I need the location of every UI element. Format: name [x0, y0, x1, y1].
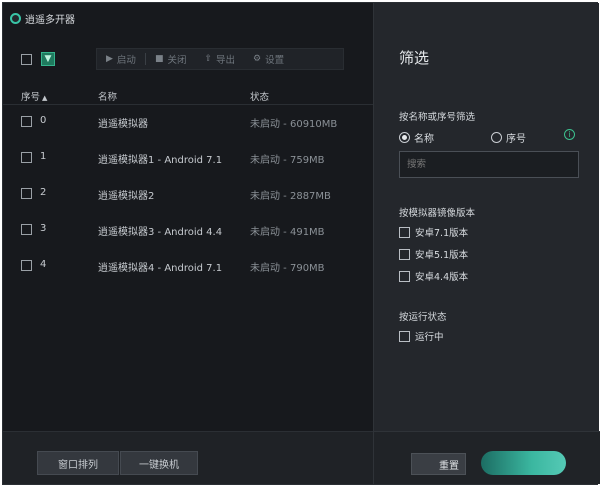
row-index: 3 [40, 223, 47, 234]
row-index: 0 [40, 115, 47, 126]
filter-title: 筛选 [399, 49, 430, 67]
version-option-4-4[interactable]: 安卓4.4版本 [399, 269, 468, 283]
export-label: 导出 [216, 55, 236, 66]
play-icon: ▶ [106, 54, 113, 64]
close-button[interactable]: ■ 关闭 [146, 49, 196, 69]
version-checkbox[interactable] [399, 270, 410, 282]
sort-ascending-icon: ▲ [42, 94, 48, 102]
settings-label: 设置 [265, 55, 285, 66]
table-row[interactable]: 3 逍遥模拟器3 - Android 4.4 未启动 - 491MB [3, 215, 373, 251]
table-header: 序号 ▲ 名称 状态 [3, 87, 373, 105]
row-name: 逍遥模拟器4 - Android 7.1 [98, 263, 223, 274]
export-button[interactable]: ⇧ 导出 [195, 49, 244, 69]
row-status: 未启动 - 759MB [250, 155, 325, 166]
action-button-group: ▶ 启动 ■ 关闭 ⇧ 导出 ⚙ 设置 [96, 48, 344, 70]
version-option-7-1[interactable]: 安卓7.1版本 [399, 225, 468, 239]
column-header-index-label: 序号 [21, 92, 41, 103]
version-filter-section-label: 按模拟器镜像版本 [399, 208, 476, 219]
radio-selected-icon [399, 132, 410, 143]
row-status: 未启动 - 2887MB [250, 191, 331, 202]
stop-icon: ■ [154, 54, 164, 64]
row-index: 2 [40, 187, 47, 198]
version-checkbox[interactable] [399, 226, 410, 238]
status-option-label: 运行中 [415, 332, 444, 343]
toolbar: ▼ ▶ 启动 ■ 关闭 ⇧ 导出 ⚙ 设置 [3, 47, 373, 73]
row-name: 逍遥模拟器2 [98, 191, 155, 202]
radio-unselected-icon [491, 132, 502, 143]
filter-panel: 筛选 按名称或序号筛选 名称 序号 i 按模拟器镜像版本 安卓7.1版本 安卓5… [373, 3, 600, 484]
radio-index[interactable]: 序号 [491, 130, 526, 145]
column-header-status[interactable]: 状态 [250, 89, 269, 103]
close-label: 关闭 [167, 55, 187, 66]
instance-list-pane: 逍遥多开器 ▼ ▶ 启动 ■ 关闭 ⇧ 导出 ⚙ 设置 序号 ▲ 名称 状态 0… [3, 3, 373, 484]
status-option-running[interactable]: 运行中 [399, 329, 444, 343]
row-name: 逍遥模拟器3 - Android 4.4 [98, 227, 223, 238]
table-row[interactable]: 4 逍遥模拟器4 - Android 7.1 未启动 - 790MB [3, 251, 373, 287]
version-checkbox[interactable] [399, 248, 410, 260]
status-checkbox[interactable] [399, 330, 410, 342]
version-option-5-1[interactable]: 安卓5.1版本 [399, 247, 468, 261]
search-input[interactable] [399, 151, 579, 178]
one-click-switch-button[interactable]: 一键换机 [120, 451, 198, 475]
row-status: 未启动 - 790MB [250, 263, 325, 274]
column-header-index[interactable]: 序号 ▲ [21, 89, 47, 103]
name-filter-section-label: 按名称或序号筛选 [399, 112, 476, 123]
bottom-bar: 窗口排列 一键换机 [3, 431, 373, 484]
filter-mode-radio-group: 名称 序号 i [399, 128, 589, 145]
table-row[interactable]: 1 逍遥模拟器1 - Android 7.1 未启动 - 759MB [3, 143, 373, 179]
version-option-label: 安卓7.1版本 [415, 228, 469, 239]
filter-icon: ▼ [44, 54, 52, 64]
settings-button[interactable]: ⚙ 设置 [244, 49, 293, 69]
app-logo-icon [10, 12, 21, 24]
radio-name-label: 名称 [414, 134, 434, 145]
select-all-checkbox[interactable] [21, 54, 32, 65]
start-label: 启动 [116, 55, 136, 66]
table-row[interactable]: 2 逍遥模拟器2 未启动 - 2887MB [3, 179, 373, 215]
radio-name[interactable]: 名称 [399, 130, 434, 145]
column-header-name[interactable]: 名称 [98, 89, 117, 103]
window-title: 逍遥多开器 [25, 14, 75, 26]
row-index: 1 [40, 151, 47, 162]
row-checkbox[interactable] [21, 152, 32, 163]
table-row[interactable]: 0 逍遥模拟器 未启动 - 60910MB [3, 107, 373, 143]
status-filter-section-label: 按运行状态 [399, 312, 447, 323]
reset-button[interactable]: 重置 [411, 453, 466, 475]
row-name: 逍遥模拟器 [98, 119, 148, 130]
info-icon[interactable]: i [564, 129, 575, 140]
version-option-label: 安卓4.4版本 [415, 272, 469, 283]
version-option-label: 安卓5.1版本 [415, 250, 469, 261]
gear-icon: ⚙ [253, 54, 262, 64]
row-index: 4 [40, 259, 47, 270]
row-status: 未启动 - 491MB [250, 227, 325, 238]
row-checkbox[interactable] [21, 188, 32, 199]
filter-button[interactable]: ▼ [41, 52, 55, 66]
filter-actions-bar: 重置 [374, 431, 600, 484]
export-icon: ⇧ [204, 54, 213, 64]
title-bar: 逍遥多开器 [3, 3, 373, 33]
multi-instance-window: 逍遥多开器 ▼ ▶ 启动 ■ 关闭 ⇧ 导出 ⚙ 设置 序号 ▲ 名称 状态 0… [2, 2, 600, 485]
confirm-button[interactable] [481, 451, 566, 475]
row-checkbox[interactable] [21, 260, 32, 271]
row-status: 未启动 - 60910MB [250, 119, 338, 130]
radio-index-label: 序号 [506, 134, 526, 145]
row-name: 逍遥模拟器1 - Android 7.1 [98, 155, 223, 166]
arrange-windows-button[interactable]: 窗口排列 [37, 451, 119, 475]
start-button[interactable]: ▶ 启动 [97, 49, 145, 69]
instance-table-body: 0 逍遥模拟器 未启动 - 60910MB 1 逍遥模拟器1 - Android… [3, 107, 373, 287]
row-checkbox[interactable] [21, 224, 32, 235]
row-checkbox[interactable] [21, 116, 32, 127]
